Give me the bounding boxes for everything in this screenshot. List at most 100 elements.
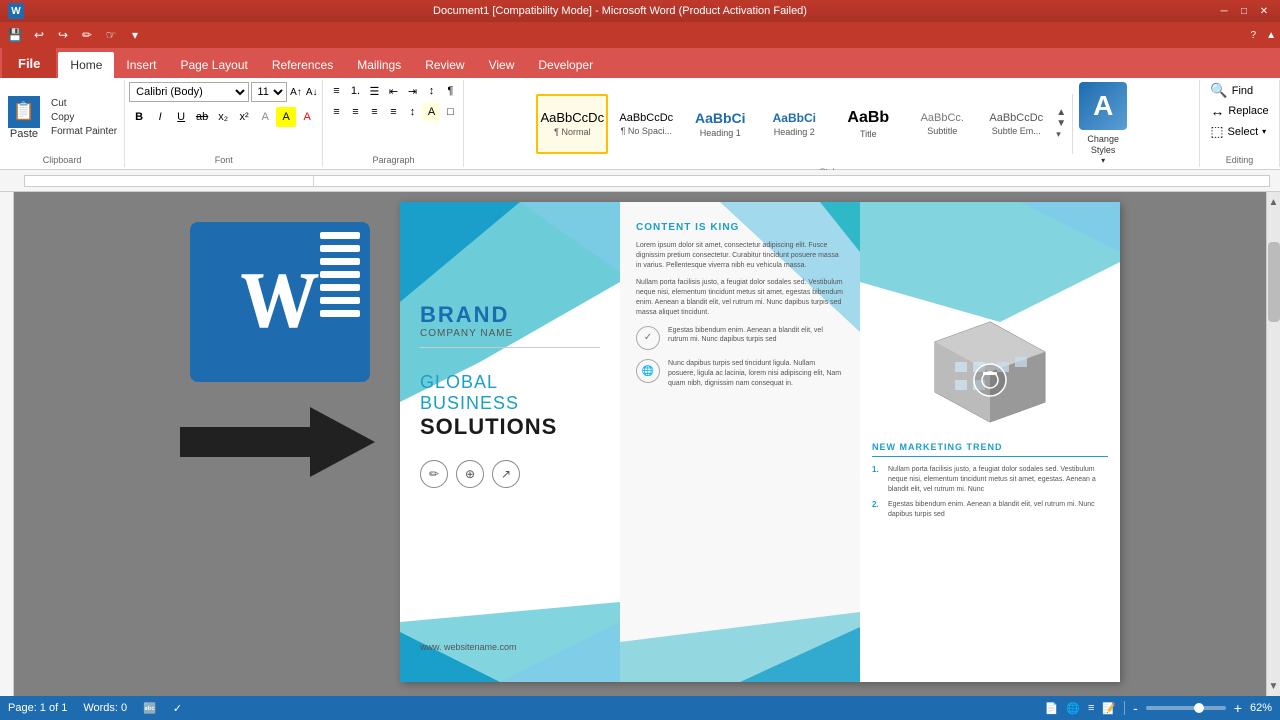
save-button[interactable]: 💾 (4, 24, 26, 46)
justify-button[interactable]: ≡ (384, 103, 402, 121)
clipboard-group: 📋 Paste Cut Copy Format Painter Clipboar… (0, 80, 125, 167)
tab-home[interactable]: Home (58, 52, 114, 78)
increase-indent-button[interactable]: ⇥ (403, 82, 421, 100)
touch-button[interactable]: ☞ (100, 24, 122, 46)
line-spacing-button[interactable]: ↕ (403, 103, 421, 121)
format-painter-button[interactable]: Format Painter (48, 125, 120, 138)
strikethrough-button[interactable]: ab (192, 107, 212, 127)
trend-text-2: Egestas bibendum enim. Aenean a blandit … (888, 500, 1108, 520)
ribbon-tab-bar: File Home Insert Page Layout References … (0, 48, 1280, 78)
font-size-select[interactable]: 11 (251, 82, 287, 102)
font-size-decrease-button[interactable]: A↓ (305, 86, 319, 99)
style-subtitle[interactable]: AaBbCc. Subtitle (906, 94, 978, 154)
clear-format-button[interactable]: A (255, 107, 275, 127)
mid-icon-1: ✓ (636, 326, 660, 350)
paste-icon: 📋 (8, 96, 40, 128)
italic-button[interactable]: I (150, 107, 170, 127)
zoom-level[interactable]: 62% (1250, 702, 1272, 714)
font-color-button[interactable]: A (297, 107, 317, 127)
styles-more-button[interactable]: ▾ (1056, 129, 1066, 140)
view-draft-button[interactable]: 📝 (1102, 702, 1116, 715)
paste-label: Paste (10, 128, 38, 140)
undo-button[interactable]: ↩ (28, 24, 50, 46)
subscript-button[interactable]: x₂ (213, 107, 233, 127)
copy-button[interactable]: Copy (48, 111, 120, 124)
style-title[interactable]: AaBb Title (832, 94, 904, 154)
tab-page-layout[interactable]: Page Layout (168, 52, 259, 78)
editing-group: 🔍 Find ↔ Replace ⬚ Select ▾ Editing (1200, 80, 1280, 167)
scroll-down-button[interactable]: ▼ (1267, 676, 1280, 696)
draw-button[interactable]: ✏ (76, 24, 98, 46)
redo-button[interactable]: ↪ (52, 24, 74, 46)
paragraph-group: ≡ 1. ☰ ⇤ ⇥ ↕ ¶ ≡ ≡ ≡ ≡ ↕ A □ Paragraph (323, 80, 464, 167)
close-button[interactable]: ✕ (1256, 4, 1272, 18)
zoom-slider[interactable] (1146, 706, 1226, 710)
tab-review[interactable]: Review (413, 52, 476, 78)
maximize-button[interactable]: □ (1236, 4, 1252, 18)
font-family-select[interactable]: Calibri (Body) (129, 82, 249, 102)
tab-developer[interactable]: Developer (526, 52, 605, 78)
styles-up-button[interactable]: ▲ (1056, 107, 1066, 118)
styles-big-a[interactable]: A (1079, 82, 1127, 130)
style-subtle-emphasis[interactable]: AaBbCcDc Subtle Em... (980, 94, 1052, 154)
icon-circle-1: ✏ (420, 460, 448, 488)
ribbon-commands: 📋 Paste Cut Copy Format Painter Clipboar… (0, 78, 1280, 170)
font-group: Calibri (Body) 11 A↑ A↓ B I U ab x₂ x² A… (125, 80, 323, 167)
align-right-button[interactable]: ≡ (365, 103, 383, 121)
style-normal[interactable]: AaBbCcDc ¶ Normal (536, 94, 608, 154)
style-heading1[interactable]: AaBbCi Heading 1 (684, 94, 756, 154)
show-marks-button[interactable]: ¶ (441, 82, 459, 100)
cut-button[interactable]: Cut (48, 97, 120, 110)
bullets-button[interactable]: ≡ (327, 82, 345, 100)
decrease-indent-button[interactable]: ⇤ (384, 82, 402, 100)
tab-view[interactable]: View (477, 52, 527, 78)
trend-item-1: 1. Nullam porta facilisis justo, a feugi… (872, 465, 1108, 494)
right-panel: NEW MARKETING TREND 1. Nullam porta faci… (860, 202, 1120, 682)
style-heading2[interactable]: AaBbCi Heading 2 (758, 94, 830, 154)
multilevel-button[interactable]: ☰ (365, 82, 383, 100)
trend-text-1: Nullam porta facilisis justo, a feugiat … (888, 465, 1108, 494)
tab-insert[interactable]: Insert (114, 52, 168, 78)
vertical-scrollbar[interactable]: ▲ ▼ (1266, 192, 1280, 696)
view-web-button[interactable]: 🌐 (1066, 702, 1080, 715)
shading-button[interactable]: A (422, 103, 440, 121)
style-subtitle-preview: AaBbCc. (921, 112, 964, 124)
ribbon-collapse-button[interactable]: ▲ (1266, 30, 1276, 41)
tab-references[interactable]: References (260, 52, 345, 78)
tab-mailings[interactable]: Mailings (345, 52, 413, 78)
replace-button[interactable]: ↔ Replace (1210, 103, 1268, 119)
style-no-spacing[interactable]: AaBbCcDc ¶ No Spaci... (610, 94, 682, 154)
minimize-button[interactable]: ─ (1216, 4, 1232, 18)
ruler-svg: // ruler ticks rendered inline via JS be… (25, 176, 1269, 186)
qa-dropdown-button[interactable]: ▾ (124, 24, 146, 46)
left-panel: BRAND COMPANY NAME GLOBAL BUSINESS SOLUT… (400, 202, 620, 682)
select-button[interactable]: ⬚ Select ▾ (1210, 123, 1266, 140)
bold-button[interactable]: B (129, 107, 149, 127)
styles-down-button[interactable]: ▼ (1056, 118, 1066, 129)
borders-button[interactable]: □ (441, 103, 459, 121)
underline-button[interactable]: U (171, 107, 191, 127)
scroll-up-button[interactable]: ▲ (1267, 192, 1280, 212)
view-normal-button[interactable]: 📄 (1045, 702, 1059, 715)
highlight-button[interactable]: A (276, 107, 296, 127)
zoom-out-button[interactable]: - (1133, 700, 1138, 716)
view-outline-button[interactable]: ≡ (1088, 702, 1094, 714)
paste-button[interactable]: 📋 Paste (4, 94, 44, 142)
brand-text: BRAND (420, 302, 600, 328)
zoom-in-button[interactable]: + (1234, 700, 1242, 716)
numbering-button[interactable]: 1. (346, 82, 364, 100)
align-left-button[interactable]: ≡ (327, 103, 345, 121)
word-logo: W (190, 222, 370, 382)
middle-bottom-decoration (620, 572, 860, 682)
superscript-button[interactable]: x² (234, 107, 254, 127)
find-button[interactable]: 🔍 Find (1210, 82, 1253, 99)
font-size-increase-button[interactable]: A↑ (289, 86, 303, 99)
change-styles-button[interactable]: Change Styles ▾ (1087, 134, 1119, 165)
help-button[interactable]: ? (1251, 30, 1257, 41)
align-center-button[interactable]: ≡ (346, 103, 364, 121)
mid-icon-2: 🌐 (636, 359, 660, 383)
sort-button[interactable]: ↕ (422, 82, 440, 100)
main-document-page: BRAND COMPANY NAME GLOBAL BUSINESS SOLUT… (400, 202, 1120, 682)
scroll-thumb[interactable] (1268, 242, 1280, 322)
tab-file[interactable]: File (2, 48, 56, 78)
